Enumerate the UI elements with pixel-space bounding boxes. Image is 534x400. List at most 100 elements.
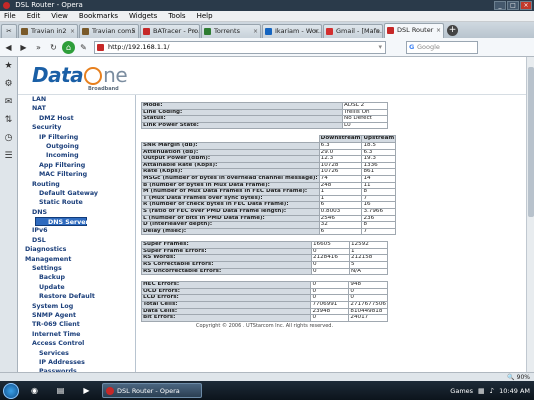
reload-icon[interactable]: ↻ [47, 41, 60, 54]
tab-close-icon[interactable]: × [192, 25, 197, 38]
nav-item-snmp-agent[interactable]: SNMP Agent [18, 311, 135, 320]
search-field[interactable]: G Google [406, 40, 478, 54]
browser-tab[interactable]: Travian com5 × [79, 24, 139, 38]
history-icon[interactable]: ◷ [3, 132, 15, 144]
nav-item-ip-filtering[interactable]: IP Filtering [18, 133, 135, 142]
tab-label: DSL Router [397, 26, 434, 34]
row-value: 248 [318, 181, 363, 190]
row-label: Output Power (dBm): [141, 155, 320, 163]
nav-item-mac-filtering[interactable]: MAC Filtering [18, 170, 135, 179]
nav-item-lan[interactable]: LAN [18, 95, 135, 104]
row-value: 810449818 [348, 307, 388, 316]
minimize-button[interactable]: _ [494, 1, 506, 10]
media-task-icon[interactable]: ▶ [76, 383, 97, 398]
nav-item-internet-time[interactable]: Internet Time [18, 330, 135, 339]
nav-item-management[interactable]: Management [18, 255, 135, 264]
row-value: 10726 [318, 168, 363, 176]
row-label: Link Power State: [140, 121, 344, 130]
url-field[interactable]: http://192.168.1.1/ ▾ [94, 40, 386, 54]
dropdown-icon[interactable]: ▾ [378, 42, 382, 53]
menu-tools[interactable]: Tools [168, 11, 185, 21]
notes-icon[interactable]: ✉ [3, 96, 15, 108]
row-label: L (number of bits in PMD Data Frame): [141, 214, 320, 223]
nav-item-nat[interactable]: NAT [18, 104, 135, 113]
tab-close-icon[interactable]: × [436, 24, 441, 37]
tab-close-icon[interactable]: × [375, 25, 380, 38]
nav-item-default-gateway[interactable]: Default Gateway [18, 189, 135, 198]
page-scrollbar[interactable] [526, 57, 534, 372]
tools-tab-icon[interactable]: ✂ [1, 24, 17, 38]
nav-item-services[interactable]: Services [18, 349, 135, 358]
nav-item-ip-addresses[interactable]: IP Addresses [18, 358, 135, 367]
wand-icon[interactable]: ✎ [77, 41, 90, 54]
volume-icon[interactable]: ♪ [490, 387, 494, 395]
table-row: D (interleaver depth): 32 8 [141, 221, 397, 229]
row-value: 32 [318, 221, 363, 229]
menu-file[interactable]: File [4, 11, 16, 21]
fast-forward-icon[interactable]: » [32, 41, 45, 54]
row-value: 236 [361, 214, 397, 223]
nav-item-app-filtering[interactable]: App Filtering [18, 161, 135, 170]
row-value: 2717677506 [348, 301, 388, 309]
row-label: R (number of check bytes in FEC Data Fra… [141, 201, 320, 209]
menu-widgets[interactable]: Widgets [129, 11, 157, 21]
new-tab-button[interactable]: + [447, 25, 458, 36]
maximize-button[interactable]: □ [507, 1, 519, 10]
close-button[interactable]: × [520, 1, 532, 10]
menu-edit[interactable]: Edit [27, 11, 41, 21]
row-label: D (interleaver depth): [141, 221, 320, 229]
menu-help[interactable]: Help [197, 11, 213, 21]
browser-tab[interactable]: Torrents × [201, 24, 261, 38]
nav-item-ipv6[interactable]: IPv6 [18, 226, 135, 235]
nav-item-dmz-host[interactable]: DMZ Host [18, 114, 135, 123]
clock[interactable]: 10:49 AM [499, 387, 530, 395]
nav-item-dns-server[interactable]: DNS Server [35, 217, 89, 227]
tab-close-icon[interactable]: × [70, 25, 75, 38]
nav-item-system-log[interactable]: System Log [18, 302, 135, 311]
row-value: 0 [348, 294, 388, 303]
forward-icon[interactable]: ▶ [17, 41, 30, 54]
router-nav-menu: LAN NAT DMZ Host Security IP Filtering Outgoi… [18, 95, 136, 372]
nav-item-access-control[interactable]: Access Control [18, 339, 135, 348]
browser-tab[interactable]: Ikariam - Wor... × [262, 24, 322, 38]
menu-view[interactable]: View [51, 11, 68, 21]
row-value: 0 [348, 287, 388, 296]
network-icon[interactable]: ▦ [478, 387, 485, 395]
frame-statistics-table: Super Frames: 16605 12592 Super Frame Error… [141, 241, 388, 276]
home-icon[interactable]: ⌂ [62, 40, 75, 54]
nav-item-incoming[interactable]: Incoming [18, 151, 135, 160]
tab-close-icon[interactable]: × [253, 25, 258, 38]
opera-task-button[interactable]: DSL Router - Opera [102, 383, 202, 398]
nav-item-dsl[interactable]: DSL [18, 236, 135, 245]
nav-item-tr-069-client[interactable]: TR-069 Client [18, 320, 135, 329]
games-label[interactable]: Games [450, 387, 473, 395]
bookmarks-icon[interactable]: ★ [3, 60, 15, 72]
nav-item-security[interactable]: Security [18, 123, 135, 132]
start-button[interactable] [3, 382, 19, 399]
tab-close-icon[interactable]: × [131, 25, 136, 38]
browser-tab[interactable]: BATracer - Pro... × [140, 24, 200, 38]
tab-close-icon[interactable]: × [314, 25, 319, 38]
nav-item-routing[interactable]: Routing [18, 180, 135, 189]
nav-item-update[interactable]: Update [18, 283, 135, 292]
browser-tab[interactable]: DSL Router × [384, 23, 444, 38]
nav-item-outgoing[interactable]: Outgoing [18, 142, 135, 151]
nav-item-settings[interactable]: Settings [18, 264, 135, 273]
transfers-icon[interactable]: ⇅ [3, 114, 15, 126]
table-row: OCD Errors: 0 0 [140, 287, 388, 296]
scrollbar-thumb[interactable] [528, 67, 534, 217]
menu-bookmarks[interactable]: Bookmarks [79, 11, 118, 21]
nav-item-restore-default[interactable]: Restore Default [18, 292, 135, 301]
nav-item-static-route[interactable]: Static Route [18, 198, 135, 207]
explorer-task-icon[interactable]: ▤ [50, 383, 71, 398]
browser-tab[interactable]: Gmail - [Mafe... × [323, 24, 383, 38]
back-icon[interactable]: ◀ [2, 41, 15, 54]
nav-item-diagnostics[interactable]: Diagnostics [18, 245, 135, 254]
nav-item-dns[interactable]: DNS [18, 208, 135, 217]
widgets-icon[interactable]: ⚙ [3, 78, 15, 90]
links-icon[interactable]: ☰ [3, 150, 15, 162]
table-row: RS Words: 2128416 212158 [141, 254, 388, 263]
nav-item-backup[interactable]: Backup [18, 273, 135, 282]
firefox-task-icon[interactable]: ◉ [24, 383, 45, 398]
browser-tab[interactable]: Travian in2 × [18, 24, 78, 38]
